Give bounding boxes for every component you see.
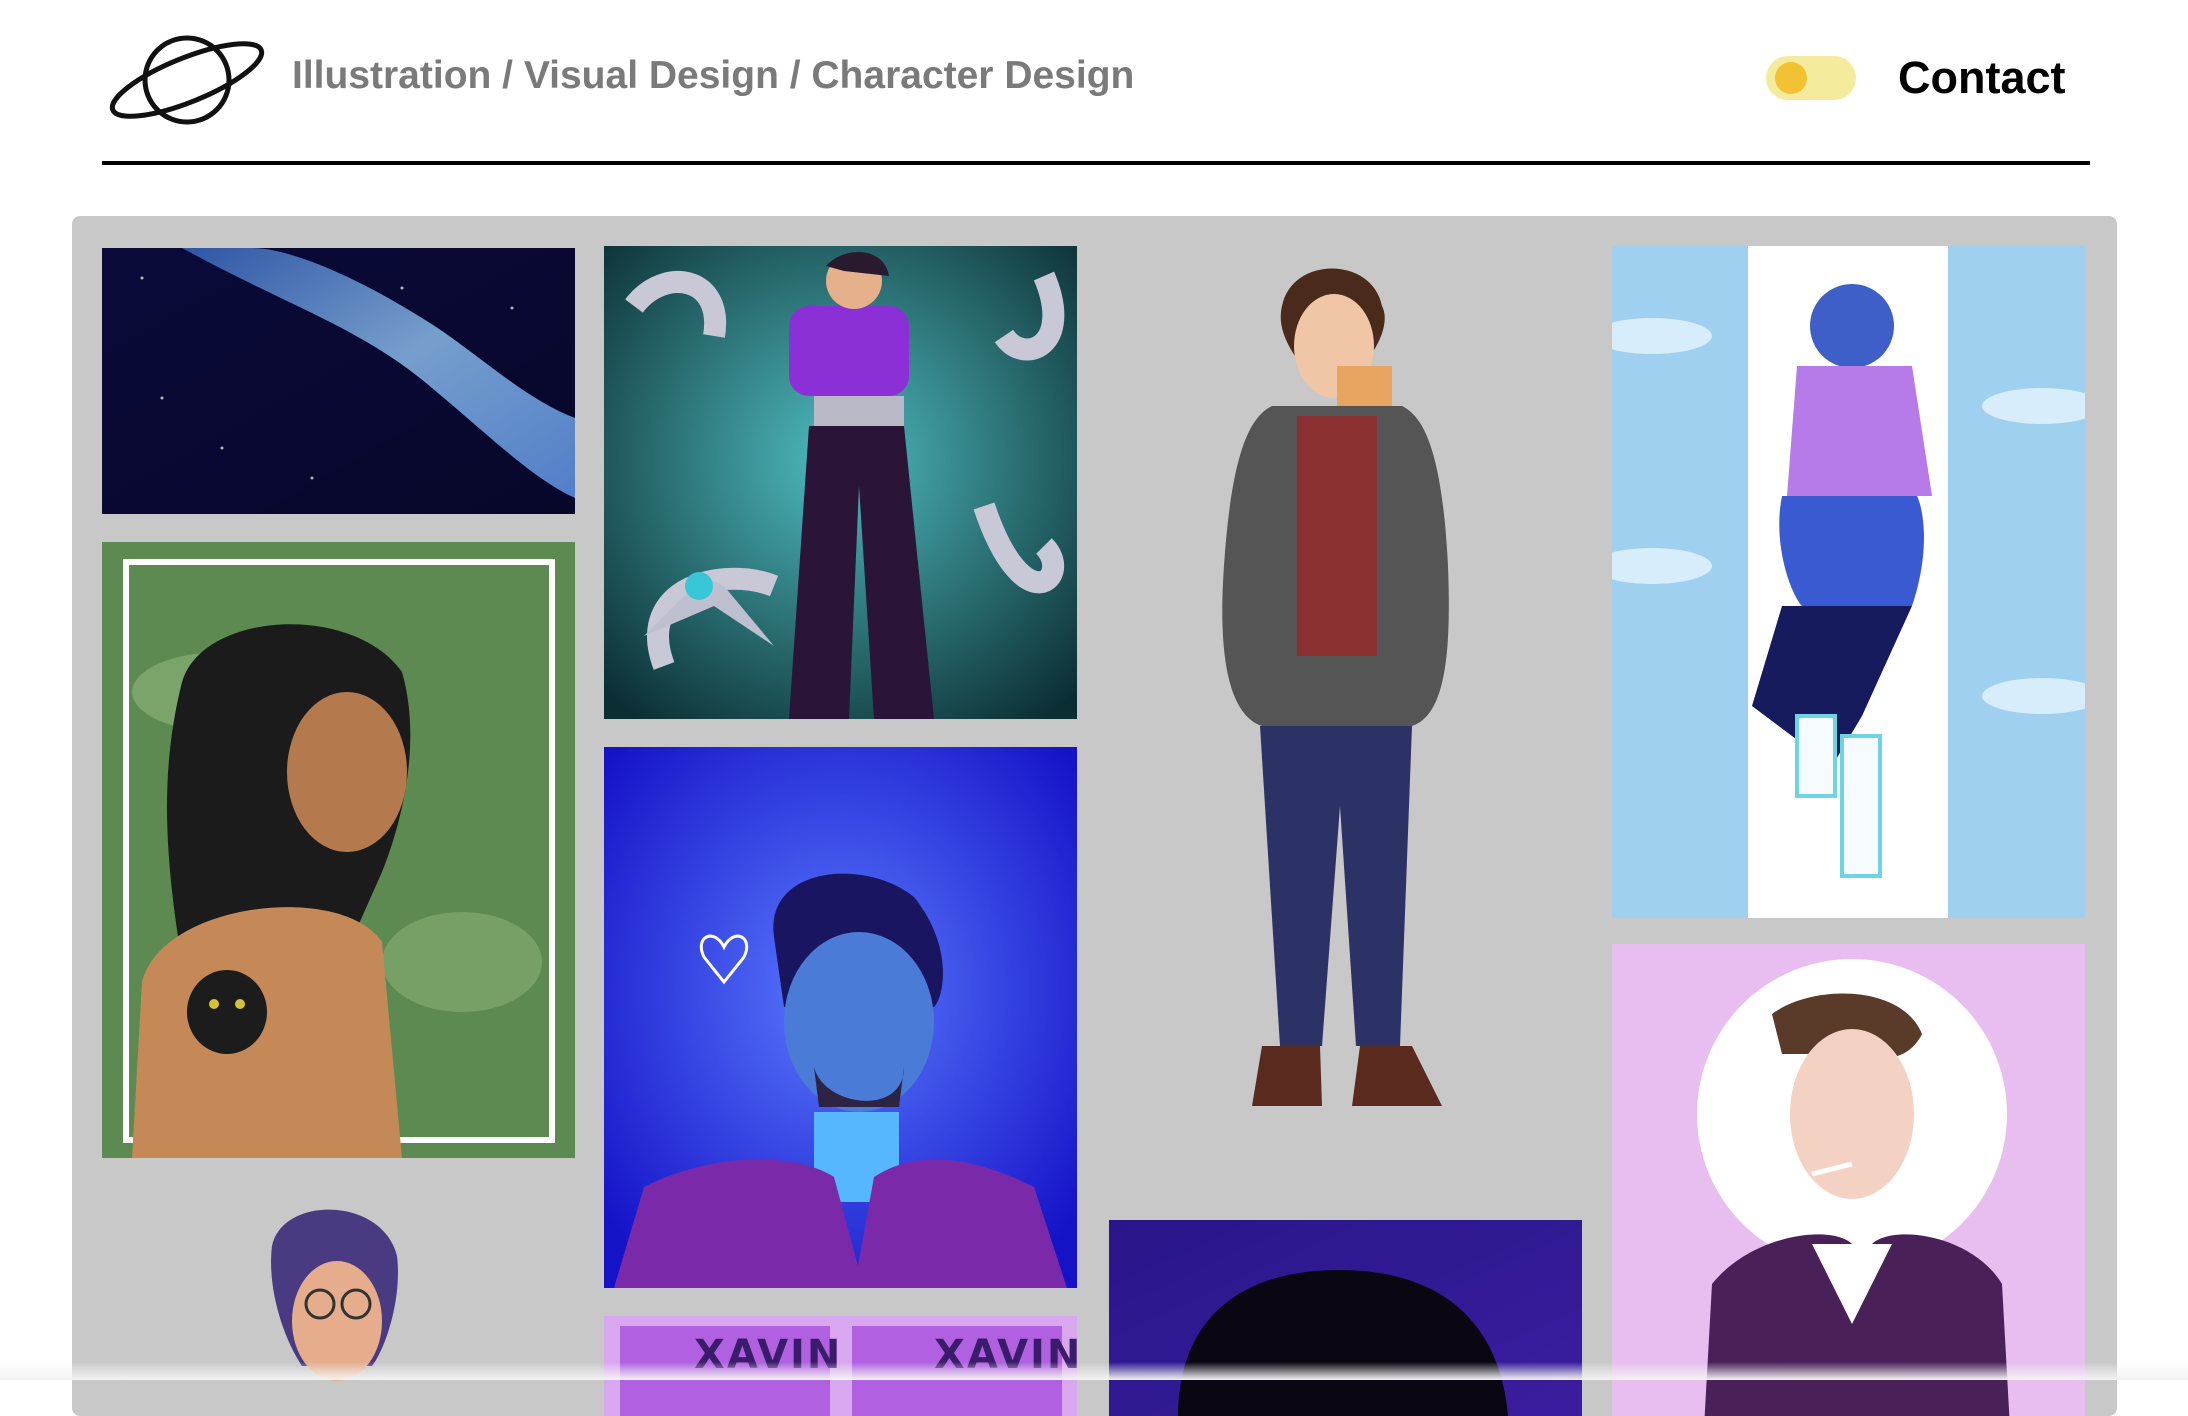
gallery-item-silhouette[interactable] (1109, 1220, 1582, 1416)
gallery-item-glasses-character[interactable] (102, 1186, 575, 1416)
contact-link[interactable]: Contact (1898, 52, 2066, 104)
site-tagline: Illustration / Visual Design / Character… (292, 54, 1135, 97)
gallery-item-neon-blue[interactable] (604, 747, 1077, 1288)
toggle-knob[interactable] (1775, 62, 1807, 94)
tentacle-villain-image (604, 246, 1077, 719)
gallery-item-long-haired-man[interactable] (102, 542, 575, 1158)
site-header: Illustration / Visual Design / Character… (0, 0, 2188, 166)
gallery-item-tentacle-villain[interactable] (604, 246, 1077, 719)
glasses-character-image (271, 1209, 398, 1381)
silhouette-image (1109, 1220, 1582, 1416)
portfolio-gallery: XAVIN XAVIN (72, 216, 2117, 1416)
galaxy-image (102, 248, 575, 514)
gallery-item-blue-cyber[interactable] (1612, 246, 2085, 918)
planet-icon[interactable] (102, 22, 272, 130)
long-haired-man-image (102, 542, 575, 1158)
theme-toggle[interactable] (1766, 56, 1856, 100)
gallery-item-galaxy[interactable] (102, 248, 575, 514)
man-with-cigarette-image (1612, 944, 2085, 1416)
header-divider (102, 161, 2090, 165)
man-with-cat-image (1222, 268, 1449, 1106)
neon-blue-image (604, 747, 1077, 1288)
gallery-item-man-with-cigarette[interactable] (1612, 944, 2085, 1416)
gallery-item-man-with-cat[interactable] (1112, 246, 1582, 1226)
bottom-fade (0, 1362, 2188, 1380)
blue-cyber-image (1612, 246, 2085, 918)
